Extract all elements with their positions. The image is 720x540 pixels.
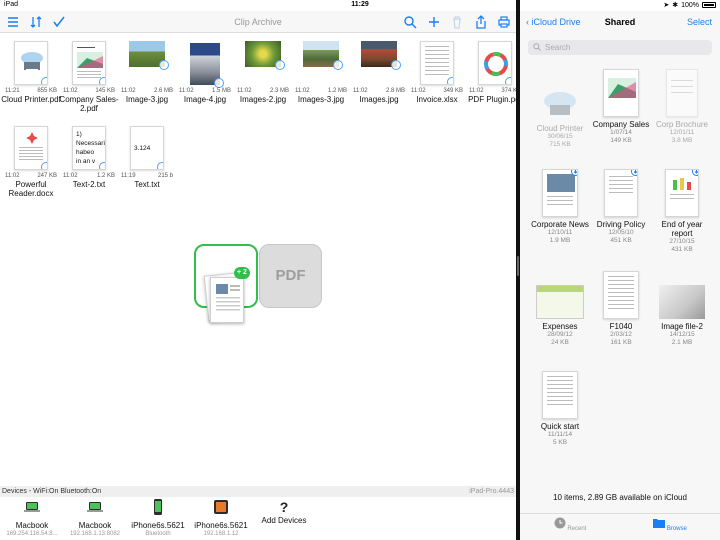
image-thumbnail [361, 41, 401, 70]
select-circle[interactable] [391, 60, 401, 70]
connection-status: Devices - WiFi:On Bluetooth:On [2, 488, 102, 495]
image-thumbnail [303, 41, 343, 70]
text-thumbnail: 1) Necessari habeo in an v [72, 126, 106, 170]
trash-icon[interactable] [450, 15, 464, 29]
battery-percent: 100% [681, 1, 699, 9]
status-bar: iPad 11:29 ➤ ✱ 100% [0, 0, 720, 11]
select-circle[interactable] [99, 162, 105, 169]
file-item[interactable]: 11:02 145 KB Company Sales-2.pdf [59, 41, 119, 113]
pdf-thumbnail [72, 41, 106, 85]
add-icon[interactable] [427, 15, 441, 29]
icloud-item[interactable]: Driving Policy 12/05/10 451 KB [589, 169, 653, 245]
question-mark-icon: ? [279, 499, 289, 515]
file-item[interactable]: 11:02 2.3 MB Images-2.jpg [234, 41, 292, 104]
icloud-item[interactable]: Corp Brochure 12/01/11 3.8 MB [650, 69, 714, 145]
file-item[interactable]: 1) Necessari habeo in an v 11:02 1.2 KB T… [60, 126, 118, 189]
dragged-files-stack[interactable] [203, 272, 246, 326]
search-icon [533, 43, 541, 51]
macbook-icon [24, 502, 40, 512]
icloud-item[interactable]: Cloud Printer 30/06/15 715 KB [528, 81, 592, 149]
status-time: 11:29 [351, 1, 369, 8]
iphone-icon [154, 499, 162, 515]
select-circle[interactable] [41, 162, 47, 169]
icloud-item[interactable]: F1040 2/03/12 161 KB [589, 271, 653, 347]
search-field[interactable]: Search [528, 40, 712, 55]
storage-summary: 10 items, 2.89 GB available on iCloud [553, 493, 687, 502]
macbook-icon [87, 502, 103, 512]
select-circle[interactable] [41, 77, 47, 84]
image-thumbnail [190, 43, 224, 88]
bluetooth-icon: ✱ [672, 2, 679, 9]
search-icon[interactable] [403, 15, 417, 29]
tab-recent[interactable]: Recent [540, 517, 600, 532]
select-circle[interactable] [275, 60, 285, 70]
icloud-item[interactable]: Company Sales 1/07/14 149 KB [589, 69, 653, 145]
device-macbook-2[interactable]: Macbook 192.168.1.13:8082 [60, 499, 130, 538]
tab-browse[interactable]: Browse [640, 517, 700, 532]
file-name: Text.txt [134, 180, 160, 189]
devices-status-bar: Devices - WiFi:On Bluetooth:On iPad-Pro.… [0, 486, 516, 497]
tab-bar: Recent Browse [520, 513, 720, 540]
host-name: iPad-Pro.4443 [469, 488, 514, 495]
text-thumbnail: 3.124 [130, 126, 164, 170]
select-circle[interactable] [159, 60, 169, 70]
pdf-convert-tile[interactable]: PDF [259, 244, 322, 308]
icloud-drive-pane: ‹ iCloud Drive Shared Select Search Clou… [520, 11, 720, 540]
image-thumbnail [129, 41, 169, 70]
clip-archive-pane: Clip Archive 11:21 855 KB Cloud Printer.p… [0, 11, 522, 540]
select-circle[interactable] [505, 77, 511, 84]
icloud-item[interactable]: Expenses 28/09/12 24 KB [528, 281, 592, 347]
file-item[interactable]: 11:02 247 KB Powerful Reader.docx [2, 126, 60, 198]
battery-icon [702, 2, 716, 8]
icloud-item[interactable]: Quick start 11/11/14 5 KB [528, 371, 592, 447]
device-macbook-1[interactable]: Macbook 169.254.116.54:8... [0, 499, 67, 538]
file-item[interactable]: 11:02 1.5 MB Image-4.jpg [176, 41, 234, 104]
file-item[interactable]: 11:02 2.8 MB Images.jpg [350, 41, 408, 104]
file-item[interactable]: 3.124 11:19 215 b Text.txt [118, 126, 176, 189]
device-iphone-wifi[interactable]: iPhone6s.5621 192.168.1.12 [186, 499, 256, 538]
iphone-icon [214, 500, 228, 514]
spreadsheet-thumbnail [420, 41, 454, 85]
cloud-download-icon[interactable] [692, 169, 699, 176]
divider-grip[interactable] [517, 256, 519, 276]
file-item[interactable]: 11:02 349 KB Invoice.xlsx [408, 41, 466, 104]
select-button[interactable]: Select [687, 17, 712, 27]
drag-count-badge: + 2 [234, 267, 250, 279]
select-circle[interactable] [99, 77, 105, 84]
pdf-thumbnail [14, 41, 48, 85]
icloud-item[interactable]: End of year report 27/10/15 431 KB [650, 169, 714, 254]
icloud-header: ‹ iCloud Drive Shared Select [520, 11, 720, 35]
share-icon[interactable] [474, 15, 488, 29]
cloud-download-icon[interactable] [571, 169, 578, 176]
add-devices-button[interactable]: ? Add Devices [249, 499, 319, 525]
select-circle[interactable] [447, 77, 453, 84]
folder-icon [653, 519, 666, 528]
image-thumbnail [245, 41, 285, 70]
file-item[interactable]: 11:02 1.2 MB Images-3.jpg [292, 41, 350, 104]
icloud-item[interactable]: Image file-2 14/12/15 2.1 MB [650, 281, 714, 347]
location-icon: ➤ [663, 2, 670, 9]
printer-icon[interactable] [497, 15, 511, 29]
select-circle[interactable] [214, 78, 224, 88]
clock-icon [554, 517, 566, 529]
select-circle[interactable] [333, 60, 343, 70]
pdf-thumbnail [478, 41, 512, 85]
toolbar: Clip Archive [0, 11, 516, 33]
document-thumbnail [14, 126, 48, 170]
cloud-download-icon[interactable] [631, 169, 638, 176]
file-item[interactable]: 11:02 2.6 MB Image-3.jpg [118, 41, 176, 104]
select-circle[interactable] [157, 162, 163, 169]
device-iphone-bluetooth[interactable]: iPhone6s.5621 Bluetooth [123, 499, 193, 538]
file-item[interactable]: 11:21 855 KB Cloud Printer.pdf [1, 41, 61, 104]
icloud-item[interactable]: Corporate News 12/10/11 1.9 MB [528, 169, 592, 245]
